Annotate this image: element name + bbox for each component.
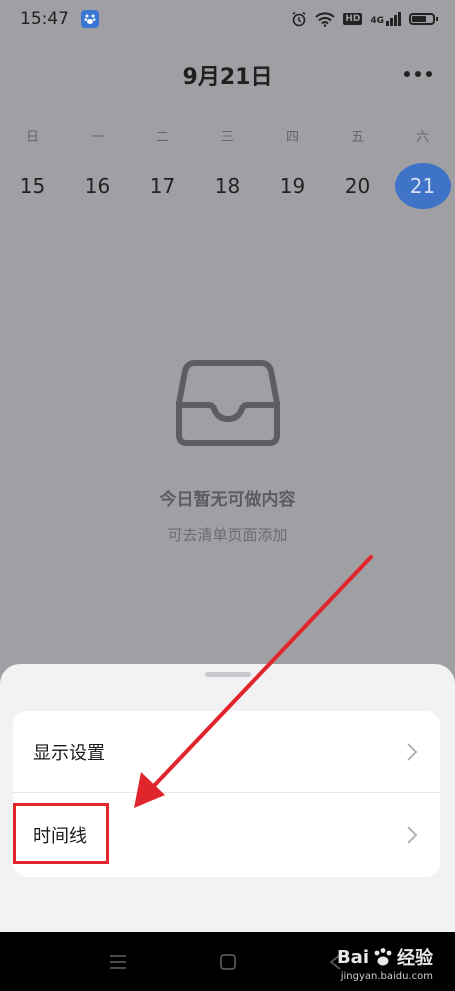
date-number: 19 — [279, 174, 306, 198]
network-label: 4G — [370, 16, 384, 26]
watermark-brand-text: Bai — [336, 946, 369, 968]
status-bar: 15:47 HD 4G — [0, 0, 455, 38]
date-cell-selected[interactable]: 21 — [390, 162, 455, 210]
hd-badge: HD — [343, 13, 363, 25]
status-right: HD 4G — [291, 11, 438, 27]
chevron-right-icon — [407, 742, 418, 761]
page-title: 9月21日 — [182, 65, 273, 90]
menu-item-display-settings[interactable]: 显示设置 — [13, 711, 440, 793]
menu-item-label: 时间线 — [33, 826, 87, 847]
signal-icon: 4G — [370, 12, 401, 26]
date-number: 16 — [84, 174, 111, 198]
inbox-tray-icon — [175, 360, 280, 446]
date-number: 21 — [394, 163, 451, 209]
menu-item-label: 显示设置 — [33, 742, 105, 764]
date-cell[interactable]: 19 — [260, 162, 325, 210]
weekday-cell: 一 — [65, 124, 130, 146]
bottom-sheet: 显示设置 时间线 — [0, 664, 455, 932]
menu-card: 显示设置 时间线 — [13, 711, 440, 877]
weekday-label: 一 — [90, 129, 104, 145]
chevron-right-icon — [407, 826, 418, 844]
watermark-brand: Bai 经验 — [337, 944, 433, 970]
weekday-label: 三 — [220, 129, 234, 145]
week-dates: 15 16 17 18 19 20 21 — [0, 162, 455, 210]
battery-fill — [412, 16, 427, 22]
weekday-label: 日 — [25, 129, 39, 145]
sheet-drag-handle[interactable] — [205, 672, 251, 677]
empty-state: 今日暂无可做内容 可去清单页面添加 — [0, 355, 455, 545]
date-cell[interactable]: 18 — [195, 162, 260, 210]
baidu-app-icon — [81, 10, 99, 28]
paw-icon — [374, 948, 392, 966]
weekday-cell: 五 — [325, 124, 390, 146]
alarm-icon — [292, 11, 306, 27]
watermark-brand-suffix: 经验 — [397, 948, 433, 969]
weekday-cell: 三 — [195, 124, 260, 146]
menu-icon[interactable] — [108, 952, 128, 972]
more-icon-dot — [415, 71, 421, 77]
empty-title: 今日暂无可做内容 — [159, 490, 296, 510]
date-number: 15 — [19, 174, 46, 198]
more-button[interactable] — [401, 62, 435, 86]
date-cell[interactable]: 17 — [130, 162, 195, 210]
watermark: Bai 经验 jingyan.baidu.com — [337, 944, 433, 983]
empty-subtitle: 可去清单页面添加 — [167, 526, 288, 544]
weekday-label: 六 — [415, 129, 429, 145]
date-cell[interactable]: 16 — [65, 162, 130, 210]
date-number: 18 — [214, 174, 241, 198]
weekday-cell: 日 — [0, 124, 65, 146]
date-cell[interactable]: 15 — [0, 162, 65, 210]
weekday-label: 二 — [155, 129, 169, 145]
weekday-labels: 日 一 二 三 四 五 六 — [0, 124, 455, 146]
more-icon-dot — [404, 71, 410, 77]
menu-item-timeline[interactable]: 时间线 — [13, 794, 440, 876]
home-icon[interactable] — [218, 952, 238, 972]
weekday-label: 四 — [285, 129, 299, 145]
date-cell[interactable]: 20 — [325, 162, 390, 210]
weekday-cell: 四 — [260, 124, 325, 146]
date-number: 20 — [344, 174, 371, 198]
wifi-icon — [315, 11, 336, 27]
more-icon-dot — [426, 71, 432, 77]
watermark-url: jingyan.baidu.com — [340, 971, 433, 982]
header: 9月21日 — [0, 52, 455, 98]
date-number: 17 — [149, 174, 176, 198]
battery-icon — [409, 13, 438, 25]
weekday-cell: 二 — [130, 124, 195, 146]
status-left: 15:47 — [20, 9, 99, 29]
weekday-label: 五 — [350, 129, 364, 145]
weekday-cell: 六 — [390, 124, 455, 146]
status-time: 15:47 — [20, 9, 69, 29]
